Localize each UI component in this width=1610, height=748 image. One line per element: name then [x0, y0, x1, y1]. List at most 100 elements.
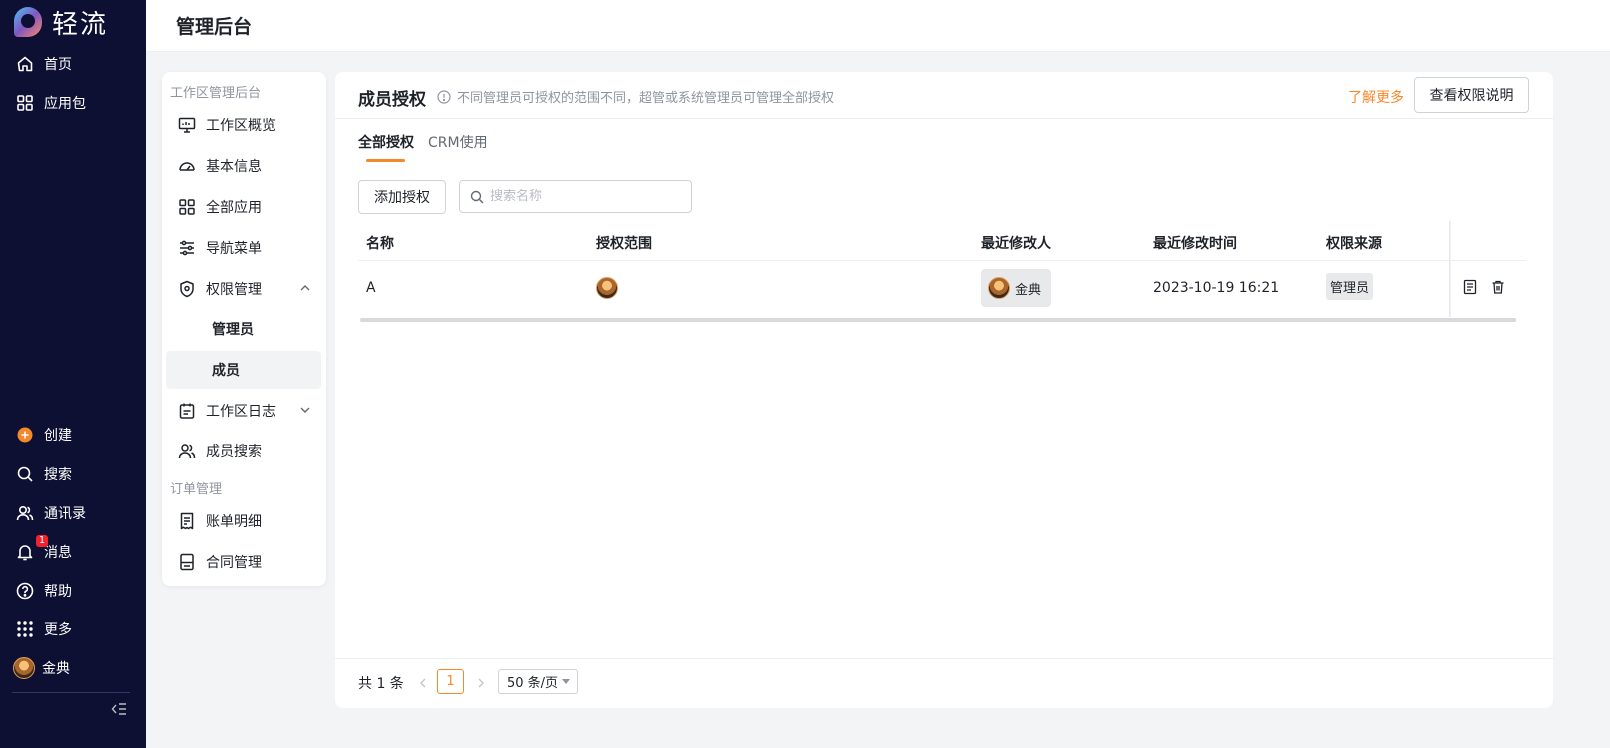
panel-header: 成员授权 不同管理员可授权的范围不同，超管或系统管理员可管理全部授权 了解更多 …	[335, 72, 1553, 119]
sidebar-item-more[interactable]: 更多	[16, 617, 72, 641]
cell-modified-time: 2023-10-19 16:21	[1153, 280, 1280, 296]
search-input[interactable]	[490, 189, 680, 204]
active-tab-indicator	[366, 159, 405, 162]
member-authorization-panel: 成员授权 不同管理员可授权的范围不同，超管或系统管理员可管理全部授权 了解更多 …	[335, 72, 1553, 708]
submenu-item-label: 导航菜单	[206, 241, 262, 257]
home-icon	[16, 55, 34, 73]
cell-scope-avatar	[596, 277, 618, 299]
grid-icon	[16, 94, 34, 112]
submenu-item-all-apps[interactable]: 全部应用	[178, 193, 318, 221]
modifier-name: 金典	[1015, 282, 1042, 298]
submenu-group-orders: 订单管理	[170, 482, 223, 497]
contract-icon	[178, 553, 196, 571]
panel-title: 成员授权	[358, 90, 426, 110]
bell-icon: 1	[16, 535, 48, 561]
chevron-down-icon	[300, 407, 310, 413]
hint-text: 不同管理员可授权的范围不同，超管或系统管理员可管理全部授权	[457, 91, 835, 106]
sidebar-item-profile[interactable]: 金典	[13, 656, 70, 680]
fixed-column-shadow	[1449, 221, 1451, 317]
sidebar-item-apps[interactable]: 应用包	[16, 91, 86, 115]
grid-icon	[178, 198, 196, 216]
collapse-sidebar-icon[interactable]	[110, 700, 128, 718]
help-icon	[16, 582, 34, 600]
app-logo[interactable]: 轻流	[14, 4, 108, 40]
sidebar-item-create[interactable]: 创建	[16, 423, 72, 447]
submenu-item-label: 账单明细	[206, 514, 262, 530]
sidebar-item-label: 应用包	[44, 96, 86, 112]
submenu-item-label: 权限管理	[206, 282, 262, 298]
submenu-item-member-search[interactable]: 成员搜索	[178, 437, 318, 465]
search-icon	[470, 190, 484, 203]
sliders-icon	[178, 239, 196, 257]
submenu-item-contracts[interactable]: 合同管理	[178, 548, 318, 576]
sidebar-item-search[interactable]: 搜索	[16, 462, 72, 486]
sidebar-item-label: 更多	[44, 622, 72, 638]
page-size-select[interactable]: 50 条/页	[498, 669, 578, 694]
avatar	[988, 277, 1010, 299]
add-authorization-button[interactable]: 添加授权	[358, 180, 446, 214]
view-permission-docs-button[interactable]: 查看权限说明	[1414, 77, 1529, 113]
sidebar-item-label: 搜索	[44, 467, 72, 483]
panel-hint: 不同管理员可授权的范围不同，超管或系统管理员可管理全部授权	[437, 87, 834, 106]
delete-icon[interactable]	[1490, 279, 1506, 295]
details-icon[interactable]	[1462, 279, 1478, 295]
sidebar-item-label: 消息	[44, 545, 72, 561]
chevron-up-icon	[300, 285, 310, 291]
submenu-group-workspace: 工作区管理后台	[170, 86, 262, 101]
sidebar-item-label: 帮助	[44, 584, 72, 600]
submenu-item-permissions[interactable]: 权限管理	[178, 275, 318, 303]
sidebar-item-messages[interactable]: 1 消息	[16, 535, 72, 564]
calendar-icon	[178, 402, 196, 420]
column-header-modified-time: 最近修改时间	[1153, 236, 1237, 252]
sidebar-item-label: 创建	[44, 428, 72, 444]
sidebar-item-label: 通讯录	[44, 506, 86, 522]
submenu-item-label: 工作区日志	[206, 404, 276, 420]
sidebar-item-label: 金典	[42, 661, 70, 677]
column-header-modifier: 最近修改人	[981, 236, 1051, 252]
column-header-name: 名称	[366, 236, 394, 252]
monitor-icon	[178, 116, 196, 134]
submenu-item-nav-menu[interactable]: 导航菜单	[178, 234, 318, 262]
chevron-right-icon[interactable]	[474, 676, 488, 690]
logo-mark-icon	[14, 7, 42, 37]
pagination-page-current[interactable]: 1	[437, 669, 464, 694]
submenu-item-basic-info[interactable]: 基本信息	[178, 152, 318, 180]
submenu-item-admins[interactable]: 管理员	[166, 310, 321, 348]
submenu-item-label: 成员搜索	[206, 444, 262, 460]
contacts-icon	[16, 504, 34, 522]
admin-submenu: 工作区管理后台 工作区概览 基本信息 全部应用 导航菜单 权限管理 管理员 成员	[162, 72, 326, 586]
table-horizontal-scrollbar[interactable]	[360, 318, 1516, 322]
app-sidebar: 轻流 首页 应用包 创建 搜索 通讯录 1 消息 帮助 更多 金典	[0, 0, 146, 748]
submenu-item-overview[interactable]: 工作区概览	[178, 111, 318, 139]
tab-all-authorizations[interactable]: 全部授权	[358, 132, 414, 152]
shield-icon	[178, 280, 196, 298]
sidebar-item-label: 首页	[44, 57, 72, 73]
chevron-left-icon[interactable]	[416, 676, 430, 690]
column-header-scope: 授权范围	[596, 236, 652, 252]
cell-modifier: 金典	[981, 269, 1051, 307]
app-name: 轻流	[52, 9, 109, 40]
sidebar-divider	[12, 692, 130, 693]
footer-divider	[335, 658, 1553, 659]
submenu-item-label: 合同管理	[206, 555, 262, 571]
avatar	[596, 277, 618, 299]
sidebar-item-contacts[interactable]: 通讯录	[16, 501, 86, 525]
page-size-value: 50 条/页	[507, 676, 559, 691]
caret-down-icon	[562, 679, 571, 684]
search-icon	[16, 465, 34, 483]
tab-crm-usage[interactable]: CRM使用	[428, 132, 488, 152]
search-box[interactable]	[459, 180, 692, 213]
submenu-item-workspace-log[interactable]: 工作区日志	[178, 397, 318, 425]
info-icon	[437, 89, 451, 104]
page-title: 管理后台	[176, 16, 253, 38]
submenu-item-label: 工作区概览	[206, 118, 276, 134]
submenu-item-bills[interactable]: 账单明细	[178, 507, 318, 535]
receipt-icon	[178, 512, 196, 530]
learn-more-link[interactable]: 了解更多	[1348, 87, 1404, 107]
cell-source-tag: 管理员	[1326, 273, 1374, 300]
submenu-item-members[interactable]: 成员	[166, 351, 321, 389]
submenu-item-label: 全部应用	[206, 200, 262, 216]
sidebar-item-home[interactable]: 首页	[16, 52, 72, 76]
sidebar-item-help[interactable]: 帮助	[16, 579, 72, 603]
pagination-total: 共 1 条	[358, 676, 404, 692]
